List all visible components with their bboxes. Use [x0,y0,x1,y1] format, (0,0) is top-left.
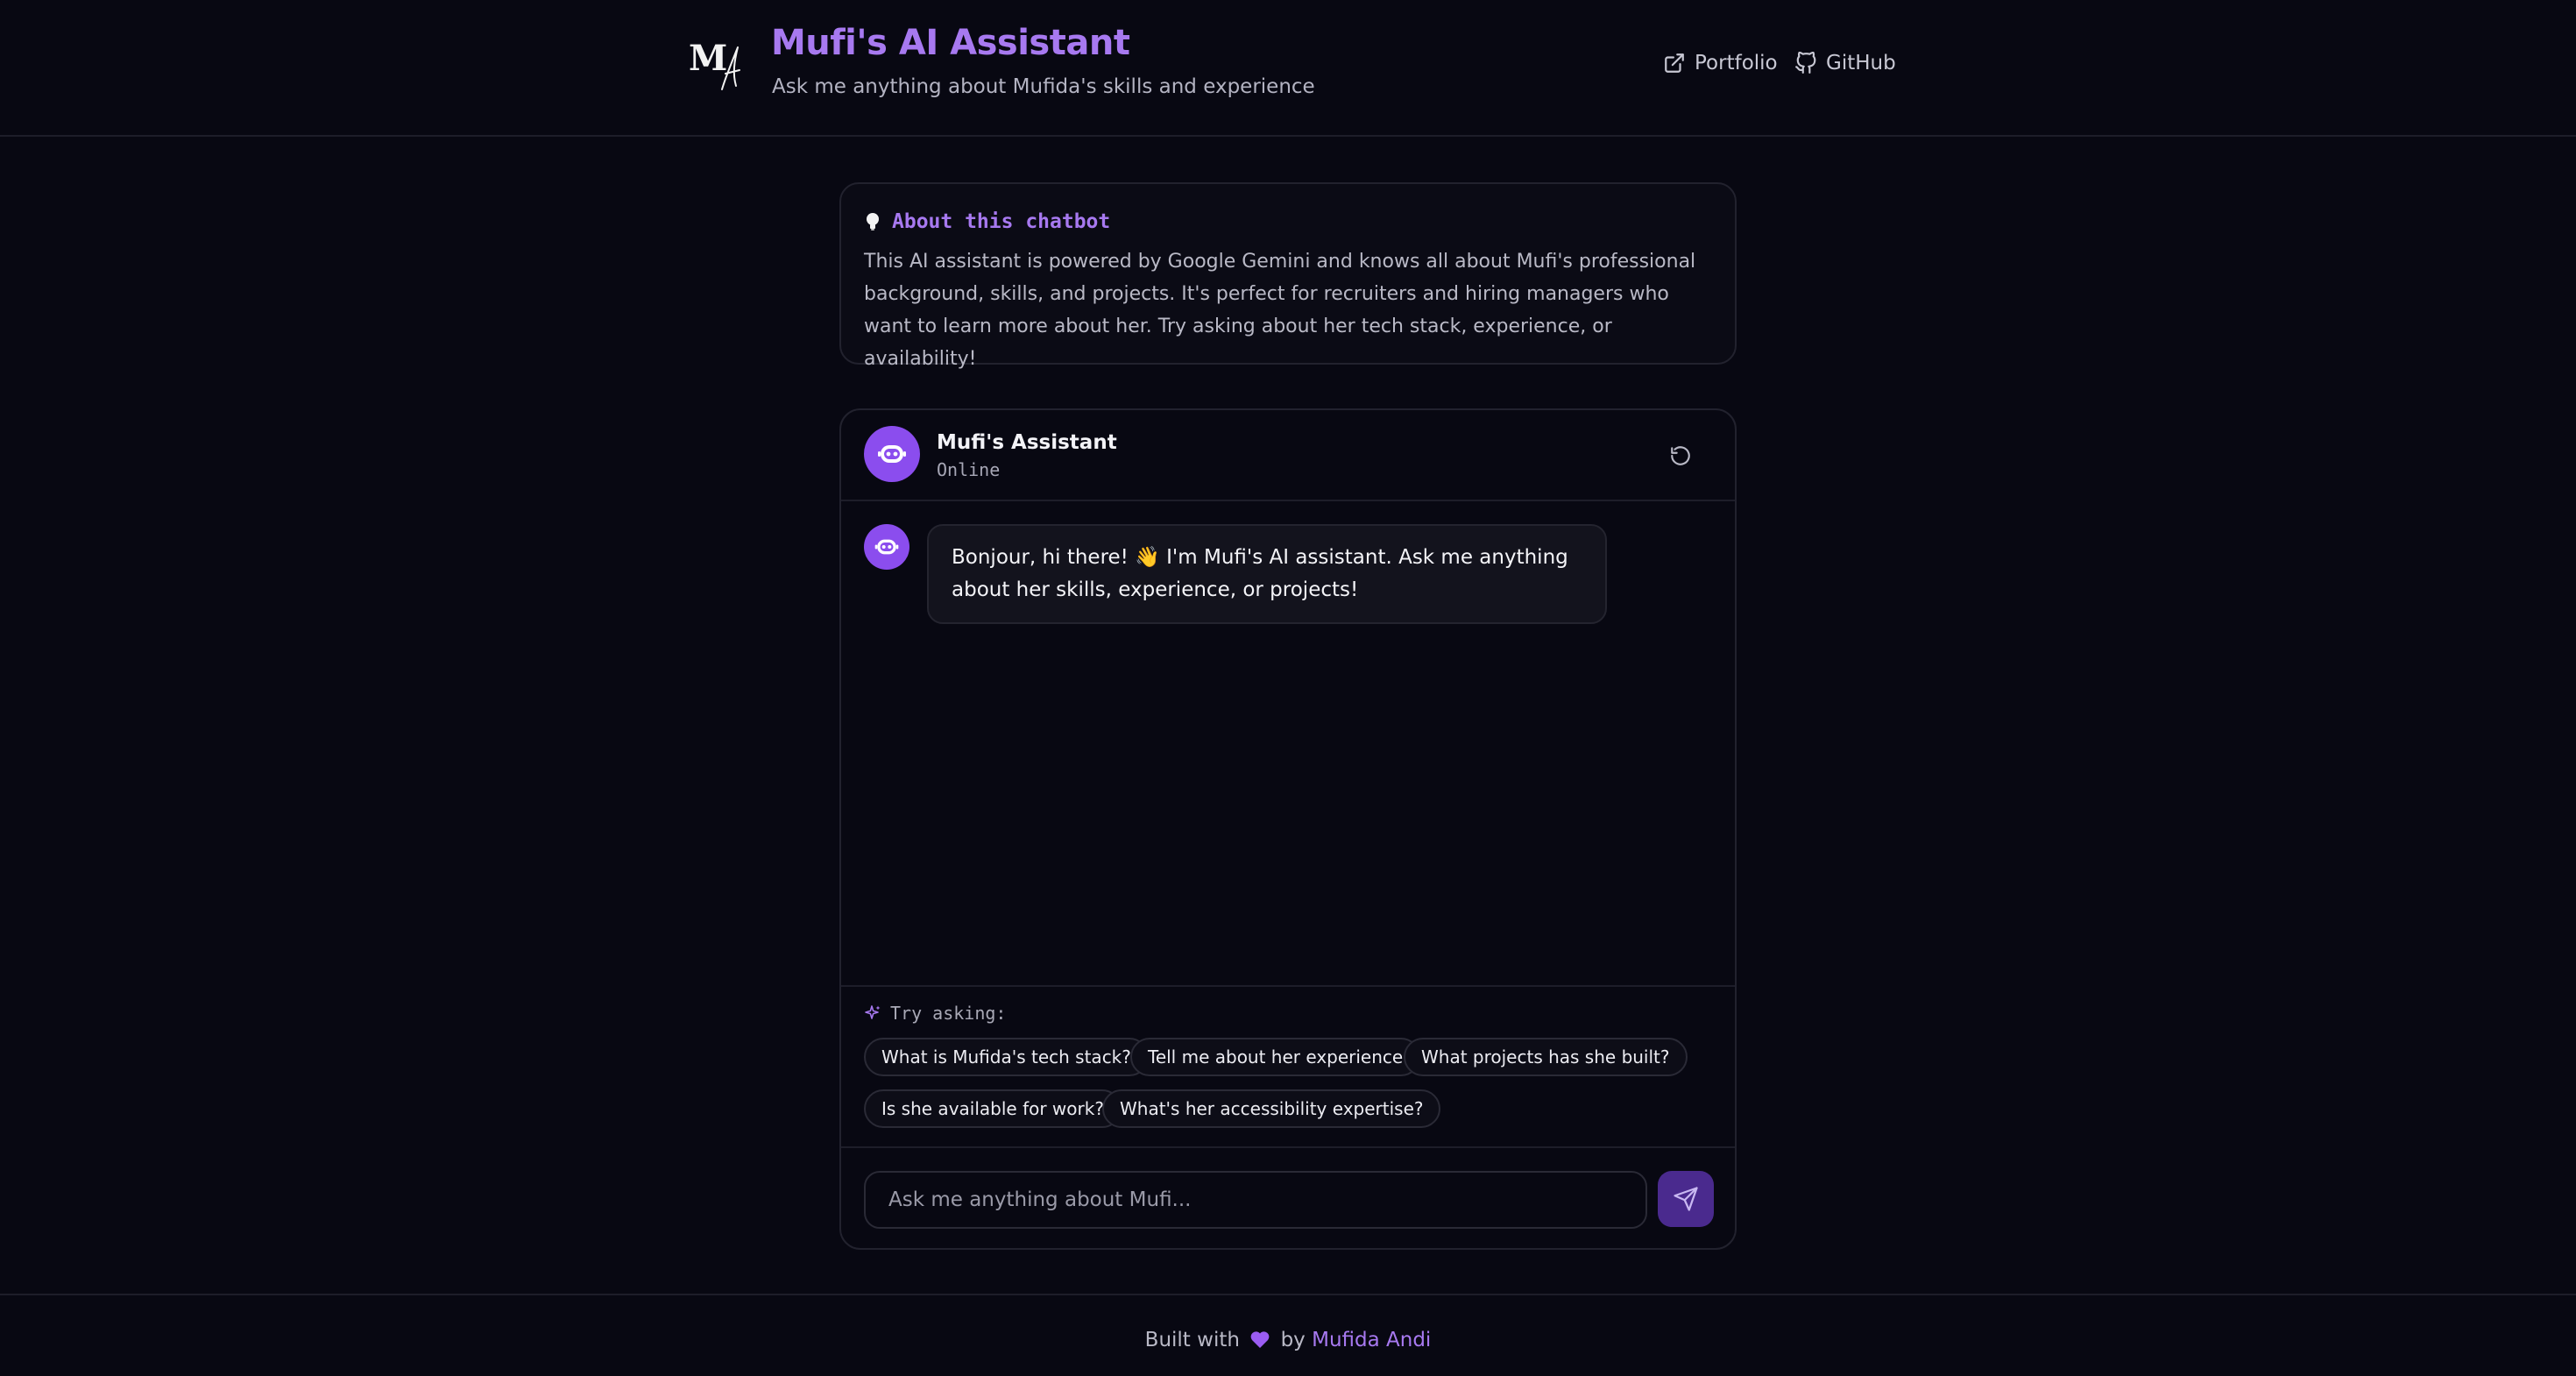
suggestions-panel: Try asking: What is Mufida's tech stack?… [841,985,1735,1146]
message-input[interactable]: Ask me anything about Mufi... [864,1171,1647,1229]
chat-panel: Mufi's Assistant Online Bonjour, hi ther… [839,408,1737,1250]
bot-icon [874,539,899,555]
footer-suffix: by [1280,1329,1306,1351]
page-title: Mufi's AI Assistant [771,23,1130,63]
suggestion-chip[interactable]: What projects has she built? [1404,1038,1688,1076]
reset-chat-button[interactable] [1665,440,1696,472]
suggestion-chip[interactable]: What's her accessibility expertise? [1102,1089,1441,1128]
suggestion-chip[interactable]: What is Mufida's tech stack? [864,1038,1149,1076]
author-link[interactable]: Mufida Andi [1312,1329,1431,1351]
about-title: About this chatbot [892,210,1111,233]
suggestions-label: Try asking: [890,1003,1007,1024]
send-icon [1674,1187,1698,1211]
suggestions-header: Try asking: [864,1003,1006,1024]
lightbulb-icon [867,213,879,231]
nav-link-label: GitHub [1826,52,1896,74]
message-list: Bonjour, hi there! 👋 I'm Mufi's AI assis… [841,501,1735,989]
logo-monogram-icon: M [689,38,740,90]
bot-icon [878,445,906,463]
footer-credit: Built with by Mufida Andi [0,1329,2576,1351]
message-avatar [864,524,909,570]
logo[interactable]: M [687,35,745,95]
sparkles-icon [865,1005,881,1019]
page-subtitle: Ask me anything about Mufida's skills an… [772,75,1315,98]
assistant-message: Bonjour, hi there! 👋 I'm Mufi's AI assis… [927,524,1607,624]
purple-heart-icon [1250,1331,1270,1348]
assistant-name: Mufi's Assistant [937,431,1117,454]
suggestion-chip[interactable]: Tell me about her experience [1130,1038,1421,1076]
nav-link-label: Portfolio [1695,52,1778,74]
assistant-status: Online [937,459,1001,480]
about-card: About this chatbot This AI assistant is … [839,182,1737,370]
nav-link-github[interactable]: GitHub [1794,47,1896,79]
refresh-icon [1671,446,1690,465]
chat-header: Mufi's Assistant Online [841,410,1735,501]
send-button[interactable] [1658,1171,1714,1227]
about-header: About this chatbot [864,210,1110,233]
about-description: This AI assistant is powered by Google G… [864,251,1696,370]
svg-text:M: M [689,38,727,79]
suggestion-chip[interactable]: Is she available for work? [864,1089,1122,1128]
footer-prefix: Built with [1144,1329,1240,1351]
github-icon [1795,52,1816,74]
nav-link-portfolio[interactable]: Portfolio [1663,47,1778,79]
message-composer: Ask me anything about Mufi... [841,1146,1735,1248]
external-link-icon [1665,53,1684,73]
assistant-avatar [864,426,920,482]
site-header: M Mufi's AI Assistant Ask me anything ab… [0,0,2576,137]
site-footer: Built with by Mufida Andi [0,1294,2576,1376]
